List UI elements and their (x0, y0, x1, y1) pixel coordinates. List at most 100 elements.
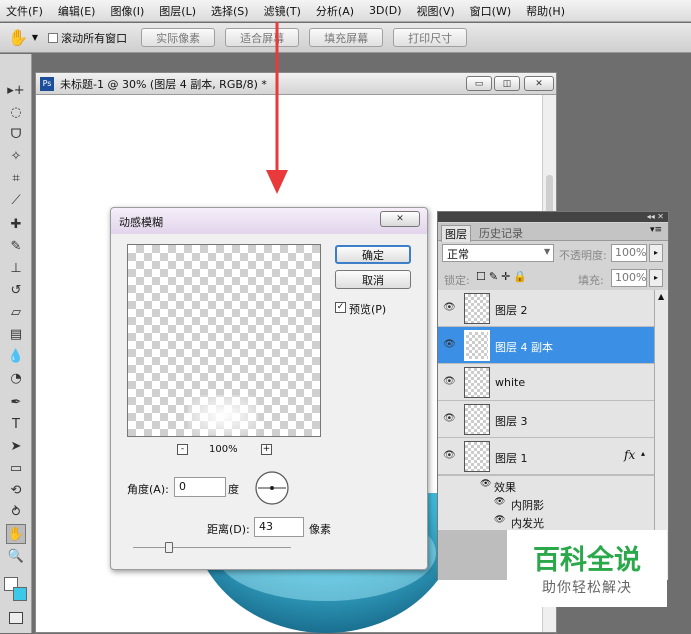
menu-file[interactable]: 文件(F) (6, 3, 43, 19)
opacity-input[interactable]: 100% (611, 244, 647, 262)
visibility-eye-icon[interactable]: 👁 (443, 450, 456, 462)
zoom-out-button[interactable]: - (177, 444, 188, 455)
lasso-tool-icon[interactable]: ᗜ (6, 124, 26, 144)
dodge-tool-icon[interactable]: ◔ (6, 368, 26, 388)
menu-window[interactable]: 窗口(W) (470, 3, 511, 19)
document-titlebar: Ps 未标题-1 @ 30% (图层 4 副本, RGB/8) * ▭ ◫ ✕ (36, 73, 556, 95)
layer-row[interactable]: 👁 图层 2 (438, 290, 654, 327)
preview-checkbox[interactable]: ✓ (335, 302, 346, 313)
effect-row[interactable]: 👁 内发光 (438, 512, 654, 530)
scroll-all-checkbox[interactable] (48, 32, 59, 43)
eyedropper-tool-icon[interactable]: ⟋ (6, 190, 26, 210)
zoom-tool-icon[interactable]: 🔍 (6, 546, 26, 566)
effect-name: 内发光 (511, 517, 544, 530)
cancel-button[interactable]: 取消 (335, 270, 411, 289)
menu-edit[interactable]: 编辑(E) (58, 3, 96, 19)
layer-thumbnail (464, 404, 490, 435)
gradient-tool-icon[interactable]: ▤ (6, 324, 26, 344)
layer-row[interactable]: 👁 white (438, 364, 654, 401)
scroll-up-icon[interactable]: ▲ (658, 292, 664, 301)
shape-tool-icon[interactable]: ▭ (6, 458, 26, 478)
menu-filter[interactable]: 滤镜(T) (264, 3, 301, 19)
move-tool-icon[interactable]: ▸+ (6, 80, 26, 100)
layer-name: 图层 3 (495, 415, 528, 428)
ok-button[interactable]: 确定 (335, 245, 411, 264)
preview-label: 预览(P) (349, 303, 387, 316)
lock-icons[interactable]: ☐✎✛🔒 (476, 270, 530, 283)
healing-brush-tool-icon[interactable]: ✚ (6, 214, 26, 234)
fill-input[interactable]: 100% (611, 269, 647, 287)
layer-row[interactable]: 👁 图层 1 fx ▴ (438, 438, 654, 475)
menu-layer[interactable]: 图层(L) (159, 3, 196, 19)
tab-layers[interactable]: 图层 (441, 225, 471, 242)
blur-tool-icon[interactable]: 💧 (6, 346, 26, 366)
print-size-button[interactable]: 打印尺寸 (393, 28, 468, 47)
dialog-close-icon[interactable]: ✕ (380, 211, 420, 227)
tab-history[interactable]: 历史记录 (476, 225, 526, 241)
effect-eye-icon[interactable]: 👁 (494, 497, 505, 507)
angle-dial[interactable] (254, 470, 290, 506)
history-brush-tool-icon[interactable]: ↺ (6, 280, 26, 300)
angle-input[interactable]: 0 (174, 477, 226, 497)
effects-row[interactable]: 👁 效果 (438, 476, 654, 494)
marquee-tool-icon[interactable]: ◌ (6, 102, 26, 122)
zoom-in-button[interactable]: + (261, 444, 272, 455)
layer-row[interactable]: 👁 图层 3 (438, 401, 654, 438)
quick-mask-icon[interactable] (9, 612, 23, 624)
fill-screen-button[interactable]: 填充屏幕 (309, 28, 384, 47)
close-icon[interactable]: ✕ (524, 76, 554, 91)
panel-collapse-bar[interactable]: ◂◂ ✕ (438, 212, 668, 222)
fx-badge[interactable]: fx (624, 448, 635, 462)
visibility-eye-icon[interactable]: 👁 (443, 339, 456, 351)
visibility-eye-icon[interactable]: 👁 (443, 376, 456, 388)
panel-tabs: 图层 历史记录 ▾≡ (438, 223, 668, 242)
clone-stamp-tool-icon[interactable]: ⊥ (6, 258, 26, 278)
expand-effects-icon[interactable]: ▴ (641, 449, 645, 458)
visibility-eye-icon[interactable]: 👁 (443, 302, 456, 314)
panel-menu-icon[interactable]: ▾≡ (650, 225, 662, 235)
watermark-subtitle: 助你轻松解决 (542, 580, 632, 596)
distance-slider-handle[interactable] (165, 542, 173, 553)
restore-icon[interactable]: ◫ (494, 76, 520, 91)
menu-analysis[interactable]: 分析(A) (316, 3, 354, 19)
actual-pixels-button[interactable]: 实际像素 (141, 28, 216, 47)
visibility-eye-icon[interactable]: 👁 (443, 413, 456, 425)
minimize-icon[interactable]: ▭ (466, 76, 492, 91)
background-color-swatch[interactable] (13, 587, 27, 601)
blend-mode-select[interactable]: 正常 (442, 244, 554, 262)
path-selection-tool-icon[interactable]: ➤ (6, 436, 26, 456)
type-tool-icon[interactable]: T (6, 414, 26, 434)
menu-help[interactable]: 帮助(H) (526, 3, 565, 19)
quick-selection-tool-icon[interactable]: ✧ (6, 146, 26, 166)
watermark: 百科全说 助你轻松解决 (507, 530, 667, 607)
blend-dropdown-icon[interactable]: ▼ (544, 247, 550, 256)
layer-row-selected[interactable]: 👁 图层 4 副本 (438, 327, 654, 364)
pen-tool-icon[interactable]: ✒ (6, 392, 26, 412)
tool-preset-dropdown-icon[interactable]: ▼ (32, 33, 38, 42)
distance-input[interactable]: 43 (254, 517, 304, 537)
3d-orbit-tool-icon[interactable]: ⥁ (6, 502, 26, 522)
hand-tool-icon[interactable]: ✋ (6, 524, 26, 544)
options-bar: ✋ ▼ 滚动所有窗口 实际像素 适合屏幕 填充屏幕 打印尺寸 (0, 23, 691, 53)
eraser-tool-icon[interactable]: ▱ (6, 302, 26, 322)
preview-glow (188, 395, 258, 435)
menu-view[interactable]: 视图(V) (417, 3, 455, 19)
fill-arrow-icon[interactable]: ▸ (649, 269, 663, 287)
layer-name: 图层 4 副本 (495, 341, 553, 354)
menu-image[interactable]: 图像(I) (110, 3, 144, 19)
menu-bar: 文件(F) 编辑(E) 图像(I) 图层(L) 选择(S) 滤镜(T) 分析(A… (0, 0, 691, 22)
menu-3d[interactable]: 3D(D) (369, 4, 402, 17)
filter-preview-area[interactable] (127, 244, 321, 437)
effects-eye-icon[interactable]: 👁 (480, 479, 491, 489)
opacity-arrow-icon[interactable]: ▸ (649, 244, 663, 262)
crop-tool-icon[interactable]: ⌗ (6, 168, 26, 188)
3d-rotate-tool-icon[interactable]: ⟲ (6, 480, 26, 500)
hand-tool-icon[interactable]: ✋ (8, 28, 28, 47)
brush-tool-icon[interactable]: ✎ (6, 236, 26, 256)
effect-row[interactable]: 👁 内阴影 (438, 494, 654, 512)
dialog-title: 动感模糊 (119, 216, 163, 229)
distance-slider-track[interactable] (133, 547, 291, 548)
layer-name: 图层 2 (495, 304, 528, 317)
menu-select[interactable]: 选择(S) (211, 3, 249, 19)
effect-eye-icon[interactable]: 👁 (494, 515, 505, 525)
